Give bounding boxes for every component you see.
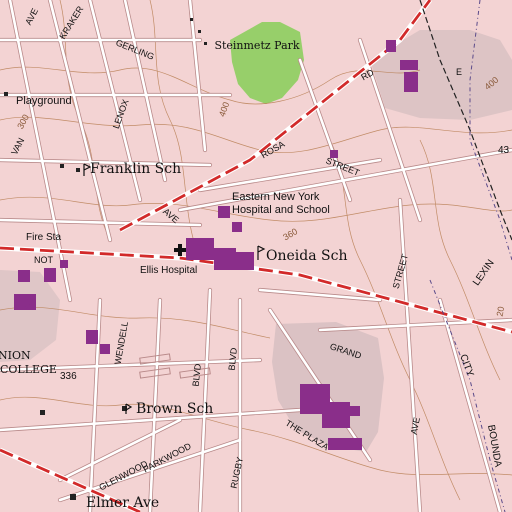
hospital-building — [218, 206, 230, 218]
school-label-franklin: Franklin Sch — [90, 161, 182, 177]
college-building — [18, 270, 30, 282]
house-marker — [4, 92, 8, 96]
building-small — [400, 60, 418, 70]
house-marker — [190, 18, 193, 21]
fire-station-label: Fire Sta — [26, 232, 62, 243]
plaza-building — [328, 438, 362, 450]
house-marker — [60, 164, 64, 168]
street-label-not: NOT — [34, 255, 53, 265]
house-marker — [40, 410, 45, 415]
school-label-oneida: Oneida Sch — [266, 248, 348, 264]
hospital-building — [186, 238, 214, 260]
elevation-label-20: 20 — [494, 305, 507, 318]
park-label: Steinmetz Park — [214, 39, 300, 52]
school-label-brown: Brown Sch — [136, 401, 214, 417]
college-label-line2: COLLEGE — [0, 363, 57, 376]
ellis-hospital-label: Ellis Hospital — [140, 265, 198, 276]
house-marker — [70, 494, 76, 500]
plaza-building — [322, 402, 350, 428]
college-building — [86, 330, 98, 344]
elevation-label: 336 — [60, 371, 77, 382]
map-letter-e: E — [456, 67, 463, 77]
hospital-label-line1: Eastern New York — [232, 191, 320, 203]
plaza-building — [350, 406, 360, 416]
hospital-building — [236, 252, 254, 270]
house-marker — [204, 42, 207, 45]
hospital-label-line2: Hospital and School — [232, 204, 330, 216]
street-label-elmer: Elmer Ave — [86, 495, 160, 511]
college-label-line1: NION — [0, 349, 31, 362]
house-marker — [198, 30, 201, 33]
elevation-label-43: 43 — [498, 145, 510, 156]
house-marker — [76, 168, 80, 172]
college-building — [44, 268, 56, 282]
college-building — [100, 344, 110, 354]
map-canvas — [0, 0, 512, 512]
topographic-map: Steinmetz Park Playground Franklin Sch E… — [0, 0, 512, 512]
hospital-building — [214, 248, 236, 270]
building-small — [404, 72, 418, 92]
building-small — [386, 40, 396, 52]
hospital-building — [232, 222, 242, 232]
building-small — [60, 260, 68, 268]
playground-label: Playground — [16, 95, 72, 107]
